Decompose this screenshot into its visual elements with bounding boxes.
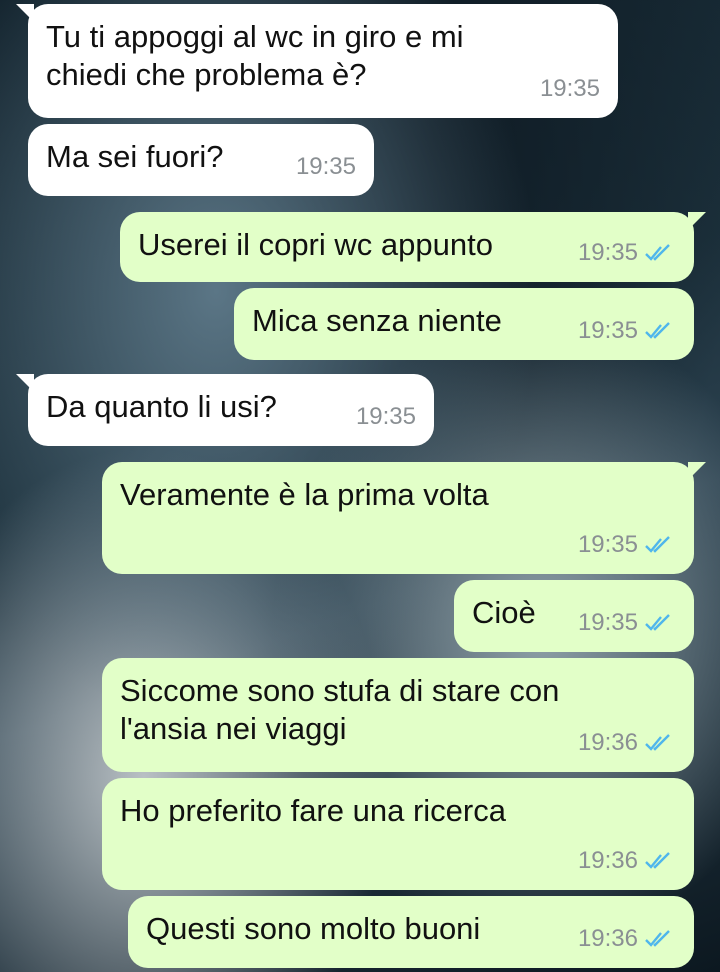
- message-time: 19:35: [577, 531, 638, 558]
- message-text: Da quanto li usi?: [46, 389, 277, 424]
- message-text: Tu ti appoggi al wc in giro e mi chiedi …: [46, 19, 464, 92]
- message-bubble-outgoing[interactable]: Veramente è la prima volta 19:35: [102, 462, 706, 574]
- chat-area[interactable]: Tu ti appoggi al wc in giro e mi chiedi …: [0, 0, 720, 972]
- message-bubble-outgoing[interactable]: Mica senza niente 19:35: [234, 288, 694, 360]
- double-check-icon: [644, 244, 672, 262]
- message-time: 19:36: [577, 729, 638, 756]
- message-text: Cioè: [472, 595, 536, 630]
- message-bubble-outgoing[interactable]: Ho preferito fare una ricerca 19:36: [102, 778, 694, 890]
- double-check-icon: [644, 614, 672, 632]
- double-check-icon: [644, 930, 672, 948]
- double-check-icon: [644, 536, 672, 554]
- double-check-icon: [644, 322, 672, 340]
- message-time: 19:35: [355, 403, 416, 430]
- message-text: Siccome sono stufa di stare con l'ansia …: [120, 673, 560, 746]
- message-time: 19:35: [539, 75, 600, 102]
- message-time: 19:36: [577, 847, 638, 874]
- message-bubble-outgoing[interactable]: Userei il copri wc appunto 19:35: [120, 212, 706, 282]
- message-bubble-incoming[interactable]: Ma sei fuori? 19:35: [28, 124, 374, 196]
- message-time: 19:35: [577, 317, 638, 344]
- double-check-icon: [644, 852, 672, 870]
- message-text: Userei il copri wc appunto: [138, 227, 493, 262]
- message-time: 19:35: [295, 153, 356, 180]
- message-text: Mica senza niente: [252, 303, 502, 338]
- message-text: Questi sono molto buoni: [146, 911, 481, 946]
- message-time: 19:36: [577, 925, 638, 952]
- message-bubble-incoming[interactable]: Da quanto li usi? 19:35: [16, 374, 434, 446]
- message-time: 19:35: [577, 609, 638, 636]
- message-text: Veramente è la prima volta: [120, 477, 489, 512]
- message-text: Ma sei fuori?: [46, 139, 224, 174]
- message-bubble-outgoing[interactable]: Siccome sono stufa di stare con l'ansia …: [102, 658, 694, 772]
- message-bubble-outgoing[interactable]: Questi sono molto buoni 19:36: [128, 896, 694, 968]
- double-check-icon: [644, 734, 672, 752]
- message-time: 19:35: [577, 239, 638, 266]
- message-text: Ho preferito fare una ricerca: [120, 793, 506, 828]
- message-bubble-incoming[interactable]: Tu ti appoggi al wc in giro e mi chiedi …: [16, 4, 618, 118]
- message-bubble-outgoing[interactable]: Cioè 19:35: [454, 580, 694, 652]
